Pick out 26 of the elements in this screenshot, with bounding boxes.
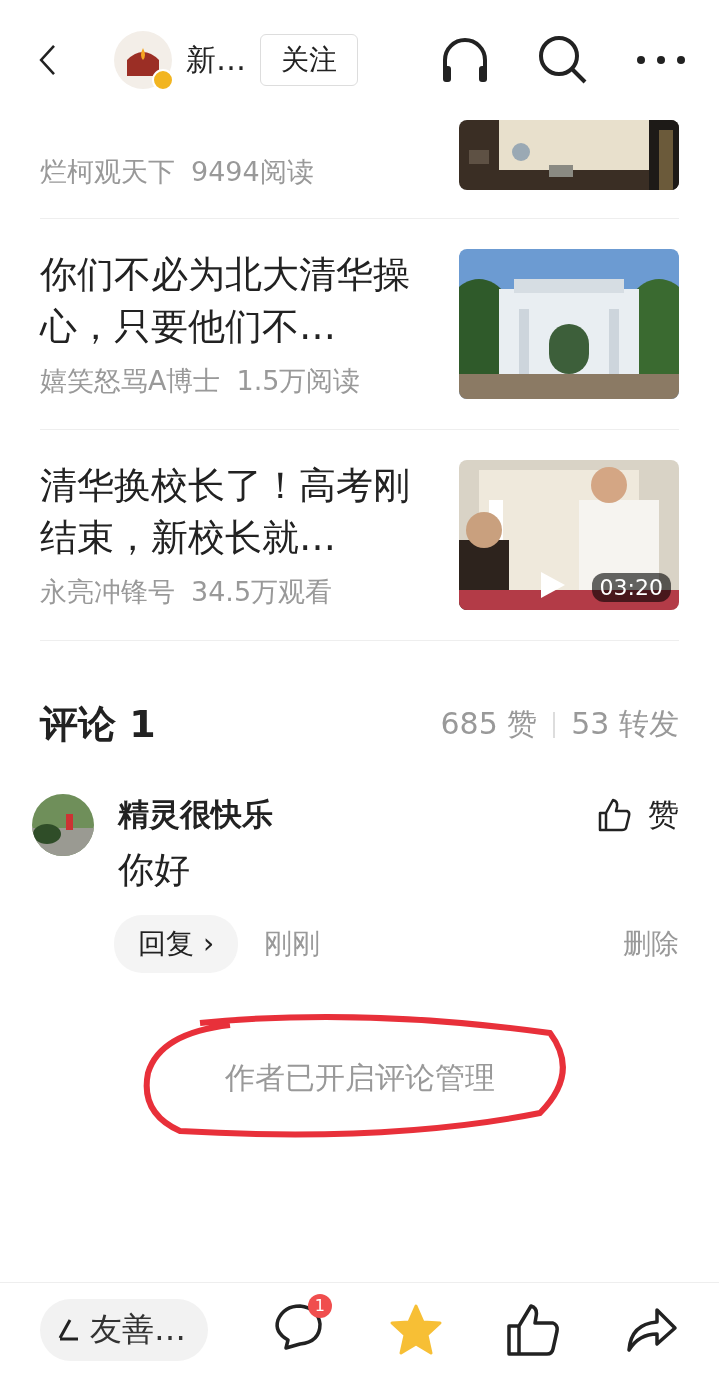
- notification-badge: 1: [307, 1293, 332, 1318]
- article-stats: 34.5万观看: [191, 575, 333, 609]
- article-stats: 9494阅读: [191, 155, 314, 189]
- comment-author[interactable]: 精灵很快乐: [118, 794, 596, 836]
- reply-button[interactable]: 回复 ›: [114, 915, 239, 973]
- likes-count: 685 赞: [440, 705, 538, 743]
- article-stats: 1.5万阅读: [236, 364, 361, 398]
- comments-title: 评论 1: [40, 701, 157, 748]
- like-button[interactable]: 赞: [596, 794, 679, 836]
- article-source: 永亮冲锋号: [40, 575, 175, 609]
- follow-button[interactable]: 关注: [260, 34, 358, 86]
- article-title[interactable]: 清华换校长了！高考刚结束，新校长就…: [40, 460, 419, 564]
- pen-icon: [58, 1317, 80, 1342]
- play-icon[interactable]: [541, 572, 565, 598]
- comment-time: 刚刚: [264, 926, 322, 962]
- thumbs-up-icon[interactable]: [505, 1301, 562, 1358]
- article-source: 嬉笑怒骂A博士: [40, 364, 221, 398]
- shares-count: 53 转发: [571, 705, 679, 743]
- comment-input-field[interactable]: 友善…: [40, 1298, 208, 1361]
- article-title[interactable]: 你们不必为北大清华操心，只要他们不…: [40, 249, 419, 353]
- comment-management-notice: 作者已开启评论管理: [224, 1058, 495, 1097]
- thumbs-up-icon: [596, 797, 632, 833]
- account-name: 新…: [186, 40, 246, 79]
- article-source: 烂柯观天下: [40, 155, 175, 189]
- video-duration: 03:20: [591, 573, 671, 602]
- comment-text: 你好: [118, 848, 191, 892]
